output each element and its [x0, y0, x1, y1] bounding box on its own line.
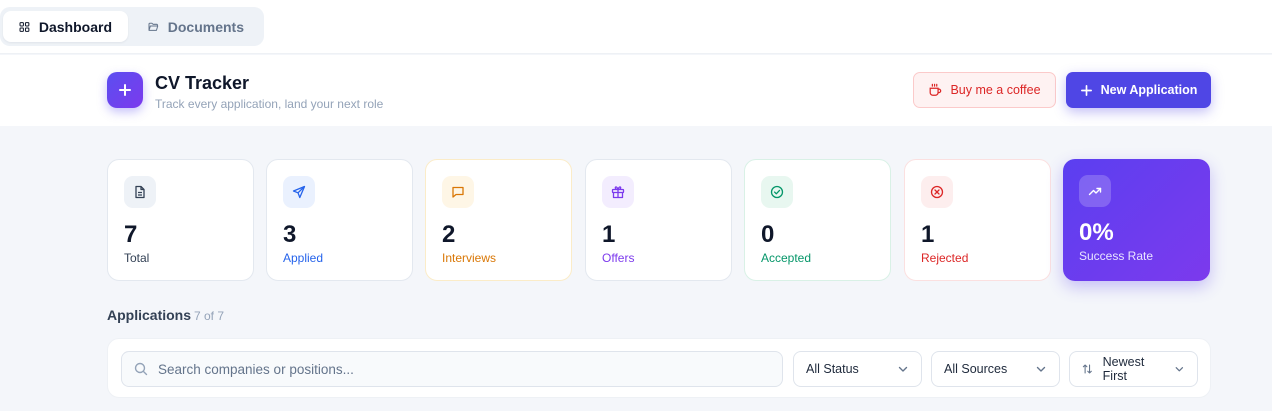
- stat-label: Interviews: [442, 251, 497, 265]
- stat-icon-wrap: [442, 176, 474, 208]
- stat-value: 0: [761, 221, 775, 248]
- folder-open-icon: [148, 22, 159, 31]
- coffee-icon: [930, 83, 942, 96]
- buy-coffee-button[interactable]: Buy me a coffee: [913, 72, 1056, 108]
- stat-card-success-rate[interactable]: 0% Success Rate: [1063, 159, 1210, 281]
- tab-dashboard[interactable]: Dashboard: [3, 11, 128, 42]
- search-box[interactable]: [121, 351, 783, 387]
- x-circle-icon: [930, 185, 944, 199]
- stat-value: 2: [442, 221, 456, 248]
- stat-label: Offers: [602, 251, 635, 265]
- stat-card-interviews[interactable]: 2 Interviews: [425, 159, 572, 281]
- chevron-down-icon: [898, 366, 908, 372]
- status-select-value: All Status: [806, 362, 859, 376]
- search-input[interactable]: [158, 361, 758, 377]
- sort-select[interactable]: Newest First: [1069, 351, 1198, 387]
- chevron-down-icon: [1036, 366, 1046, 372]
- applications-title: Applications: [107, 307, 192, 323]
- stat-icon-wrap: [921, 176, 953, 208]
- stat-icon-wrap: [1079, 175, 1111, 207]
- sort-select-value: Newest First: [1102, 355, 1145, 383]
- stat-value: 1: [602, 221, 616, 248]
- stat-icon-wrap: [761, 176, 793, 208]
- stat-value: 3: [283, 221, 297, 248]
- applications-count: 7 of 7: [194, 309, 225, 323]
- gift-icon: [611, 186, 625, 199]
- app-subtitle: Track every application, land your next …: [155, 97, 384, 111]
- tab-documents[interactable]: Documents: [132, 11, 260, 42]
- stat-label: Accepted: [761, 251, 812, 265]
- stat-card-rejected[interactable]: 1 Rejected: [904, 159, 1051, 281]
- plus-icon: [119, 84, 131, 96]
- stat-label: Total: [124, 251, 150, 265]
- stat-icon-wrap: [602, 176, 634, 208]
- send-icon: [292, 185, 306, 199]
- message-square-icon: [452, 186, 464, 198]
- file-text-icon: [135, 185, 145, 199]
- stat-card-applied[interactable]: 3 Applied: [266, 159, 413, 281]
- sort-icon: [1082, 364, 1092, 374]
- search-icon: [134, 362, 148, 376]
- stat-card-accepted[interactable]: 0 Accepted: [744, 159, 891, 281]
- filter-bar: All Status All Sources Newest First: [107, 338, 1211, 398]
- stat-value: 0%: [1079, 219, 1114, 246]
- chevron-down-icon: [1175, 367, 1184, 372]
- new-application-label: New Application: [1100, 83, 1198, 97]
- tab-documents-label: Documents: [167, 18, 244, 35]
- sources-select-value: All Sources: [944, 362, 1008, 376]
- app-title: CV Tracker: [155, 73, 250, 93]
- app-header: CV Tracker Track every application, land…: [0, 55, 1272, 126]
- plus-icon: [1080, 84, 1092, 96]
- stat-label: Rejected: [921, 251, 969, 265]
- stat-card-offers[interactable]: 1 Offers: [585, 159, 732, 281]
- stat-label: Applied: [283, 251, 324, 265]
- trending-up-icon: [1088, 187, 1102, 196]
- stat-value: 7: [124, 221, 138, 248]
- top-nav: Dashboard Documents: [0, 0, 1272, 54]
- tab-dashboard-label: Dashboard: [38, 18, 112, 35]
- app-logo: [107, 72, 143, 108]
- stat-icon-wrap: [124, 176, 156, 208]
- new-application-button[interactable]: New Application: [1066, 72, 1211, 108]
- stat-value: 1: [921, 221, 935, 248]
- status-select[interactable]: All Status: [793, 351, 922, 387]
- stat-card-total[interactable]: 7 Total: [107, 159, 254, 281]
- stat-label: Success Rate: [1079, 249, 1154, 263]
- sources-select[interactable]: All Sources: [931, 351, 1060, 387]
- stat-icon-wrap: [283, 176, 315, 208]
- grid-icon: [19, 21, 30, 32]
- check-circle-icon: [770, 185, 784, 199]
- buy-coffee-label: Buy me a coffee: [950, 83, 1041, 97]
- tab-group: Dashboard Documents: [0, 7, 264, 46]
